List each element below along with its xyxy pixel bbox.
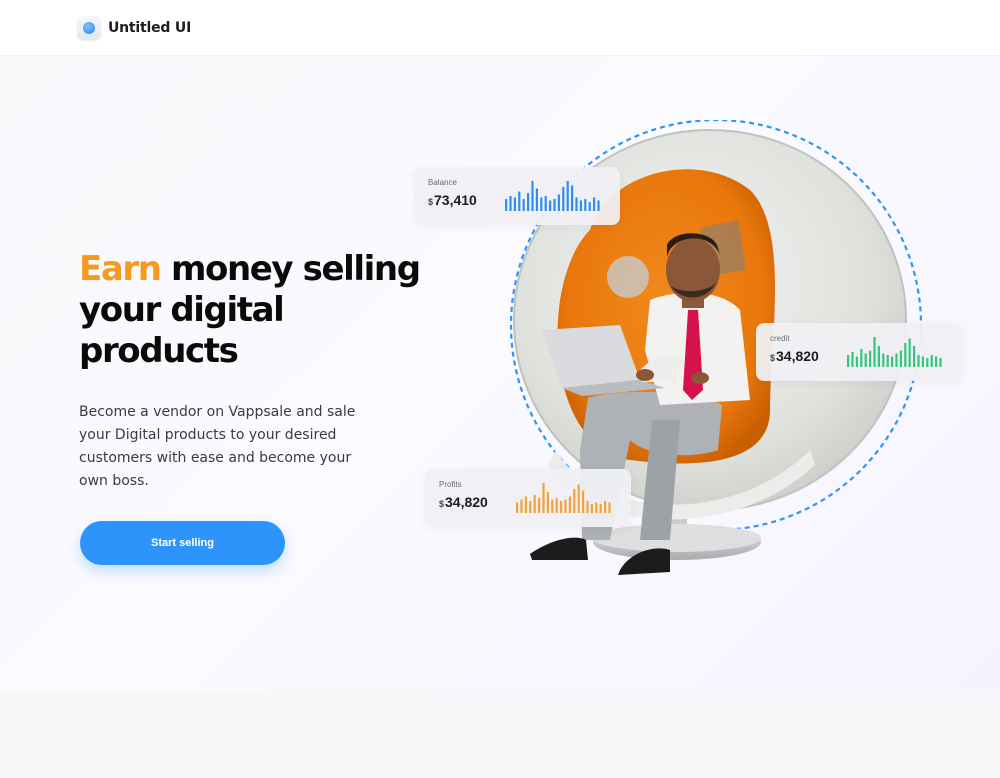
credit-spark-bar — [921, 356, 924, 367]
balance-spark-bar — [540, 197, 543, 211]
credit-spark-bar — [917, 355, 920, 367]
balance-spark-bar — [588, 202, 591, 211]
credit-spark-bar — [899, 350, 902, 367]
credit-spark-bar — [895, 353, 898, 367]
profits-spark-bar — [608, 502, 611, 513]
balance-spark-bar — [509, 196, 512, 211]
profits-spark-bar — [529, 501, 532, 513]
profits-spark-bar — [542, 483, 545, 513]
next-section-band — [0, 690, 1000, 778]
credit-spark-bar — [908, 338, 911, 367]
start-selling-button[interactable]: Start selling — [80, 521, 285, 565]
blue-orb-logo-icon — [77, 16, 101, 40]
balance-spark-bar — [566, 181, 569, 211]
credit-spark-bar — [873, 337, 876, 367]
profits-sparkline — [516, 483, 611, 513]
profits-value-wrap: $34,820 — [439, 494, 488, 510]
balance-value: 73,410 — [434, 192, 477, 208]
balance-spark-bar — [579, 200, 582, 211]
balance-spark-bar — [518, 191, 521, 211]
balance-spark-bar — [597, 200, 600, 211]
site-header: Untitled UI — [0, 0, 1000, 56]
balance-spark-bar — [527, 193, 530, 211]
balance-spark-bar — [553, 199, 556, 211]
balance-spark-bar — [535, 188, 538, 211]
credit-spark-bar — [877, 346, 880, 367]
profits-spark-bar — [604, 501, 607, 513]
balance-stat-card: Balance $73,410 — [414, 167, 620, 225]
headline-accent-word: Earn — [79, 249, 162, 289]
credit-currency: $ — [770, 353, 776, 363]
credit-spark-bar — [913, 346, 916, 367]
profits-label: Profits — [439, 480, 462, 489]
balance-spark-bar — [557, 194, 560, 211]
profits-spark-bar — [564, 499, 567, 513]
profits-spark-bar — [599, 504, 602, 513]
profits-spark-bar — [577, 484, 580, 513]
balance-currency: $ — [428, 197, 434, 207]
credit-label: credit — [770, 334, 790, 343]
credit-spark-bar — [886, 355, 889, 367]
profits-spark-bar — [568, 496, 571, 513]
hero-headline: Earn money selling your digital products — [79, 249, 439, 372]
profits-spark-bar — [538, 498, 541, 513]
credit-spark-bar — [926, 358, 929, 367]
profits-spark-bar — [560, 501, 563, 513]
balance-label: Balance — [428, 178, 457, 187]
balance-spark-bar — [513, 197, 516, 211]
balance-value-wrap: $73,410 — [428, 192, 477, 208]
balance-spark-bar — [505, 199, 508, 211]
credit-spark-bar — [855, 356, 858, 367]
credit-spark-bar — [904, 343, 907, 367]
balance-sparkline — [505, 181, 600, 211]
credit-spark-bar — [860, 349, 863, 367]
profits-spark-bar — [590, 504, 593, 513]
brand-logo[interactable]: Untitled UI — [77, 16, 191, 40]
hero-description: Become a vendor on Vappsale and sale you… — [79, 404, 356, 489]
profits-value: 34,820 — [445, 494, 488, 510]
credit-stat-card: credit $34,820 — [756, 323, 962, 381]
balance-spark-bar — [571, 185, 574, 211]
profits-spark-bar — [551, 499, 554, 513]
balance-spark-bar — [522, 199, 525, 211]
brand-name: Untitled UI — [108, 20, 192, 36]
balance-spark-bar — [593, 197, 596, 211]
credit-sparkline — [847, 337, 942, 367]
profits-spark-bar — [595, 502, 598, 513]
profits-spark-bar — [582, 490, 585, 513]
profits-spark-bar — [516, 502, 519, 513]
balance-spark-bar — [575, 197, 578, 211]
credit-value-wrap: $34,820 — [770, 348, 819, 364]
credit-spark-bar — [930, 355, 933, 367]
profits-currency: $ — [439, 499, 445, 509]
profits-spark-bar — [533, 495, 536, 513]
credit-spark-bar — [869, 350, 872, 367]
balance-spark-bar — [549, 200, 552, 211]
profits-spark-bar — [586, 501, 589, 513]
credit-value: 34,820 — [776, 348, 819, 364]
profits-stat-card: Profits $34,820 — [425, 469, 631, 527]
credit-spark-bar — [935, 356, 938, 367]
profits-spark-bar — [546, 492, 549, 513]
balance-spark-bar — [531, 181, 534, 211]
credit-spark-bar — [864, 353, 867, 367]
balance-spark-bar — [584, 199, 587, 211]
credit-spark-bar — [882, 353, 885, 367]
profits-spark-bar — [524, 496, 527, 513]
profits-spark-bar — [573, 489, 576, 513]
balance-spark-bar — [562, 187, 565, 211]
credit-spark-bar — [891, 356, 894, 367]
credit-spark-bar — [847, 355, 850, 367]
profits-spark-bar — [555, 498, 558, 513]
balance-spark-bar — [544, 196, 547, 211]
profits-spark-bar — [520, 499, 523, 513]
credit-spark-bar — [939, 358, 942, 367]
credit-spark-bar — [851, 352, 854, 367]
